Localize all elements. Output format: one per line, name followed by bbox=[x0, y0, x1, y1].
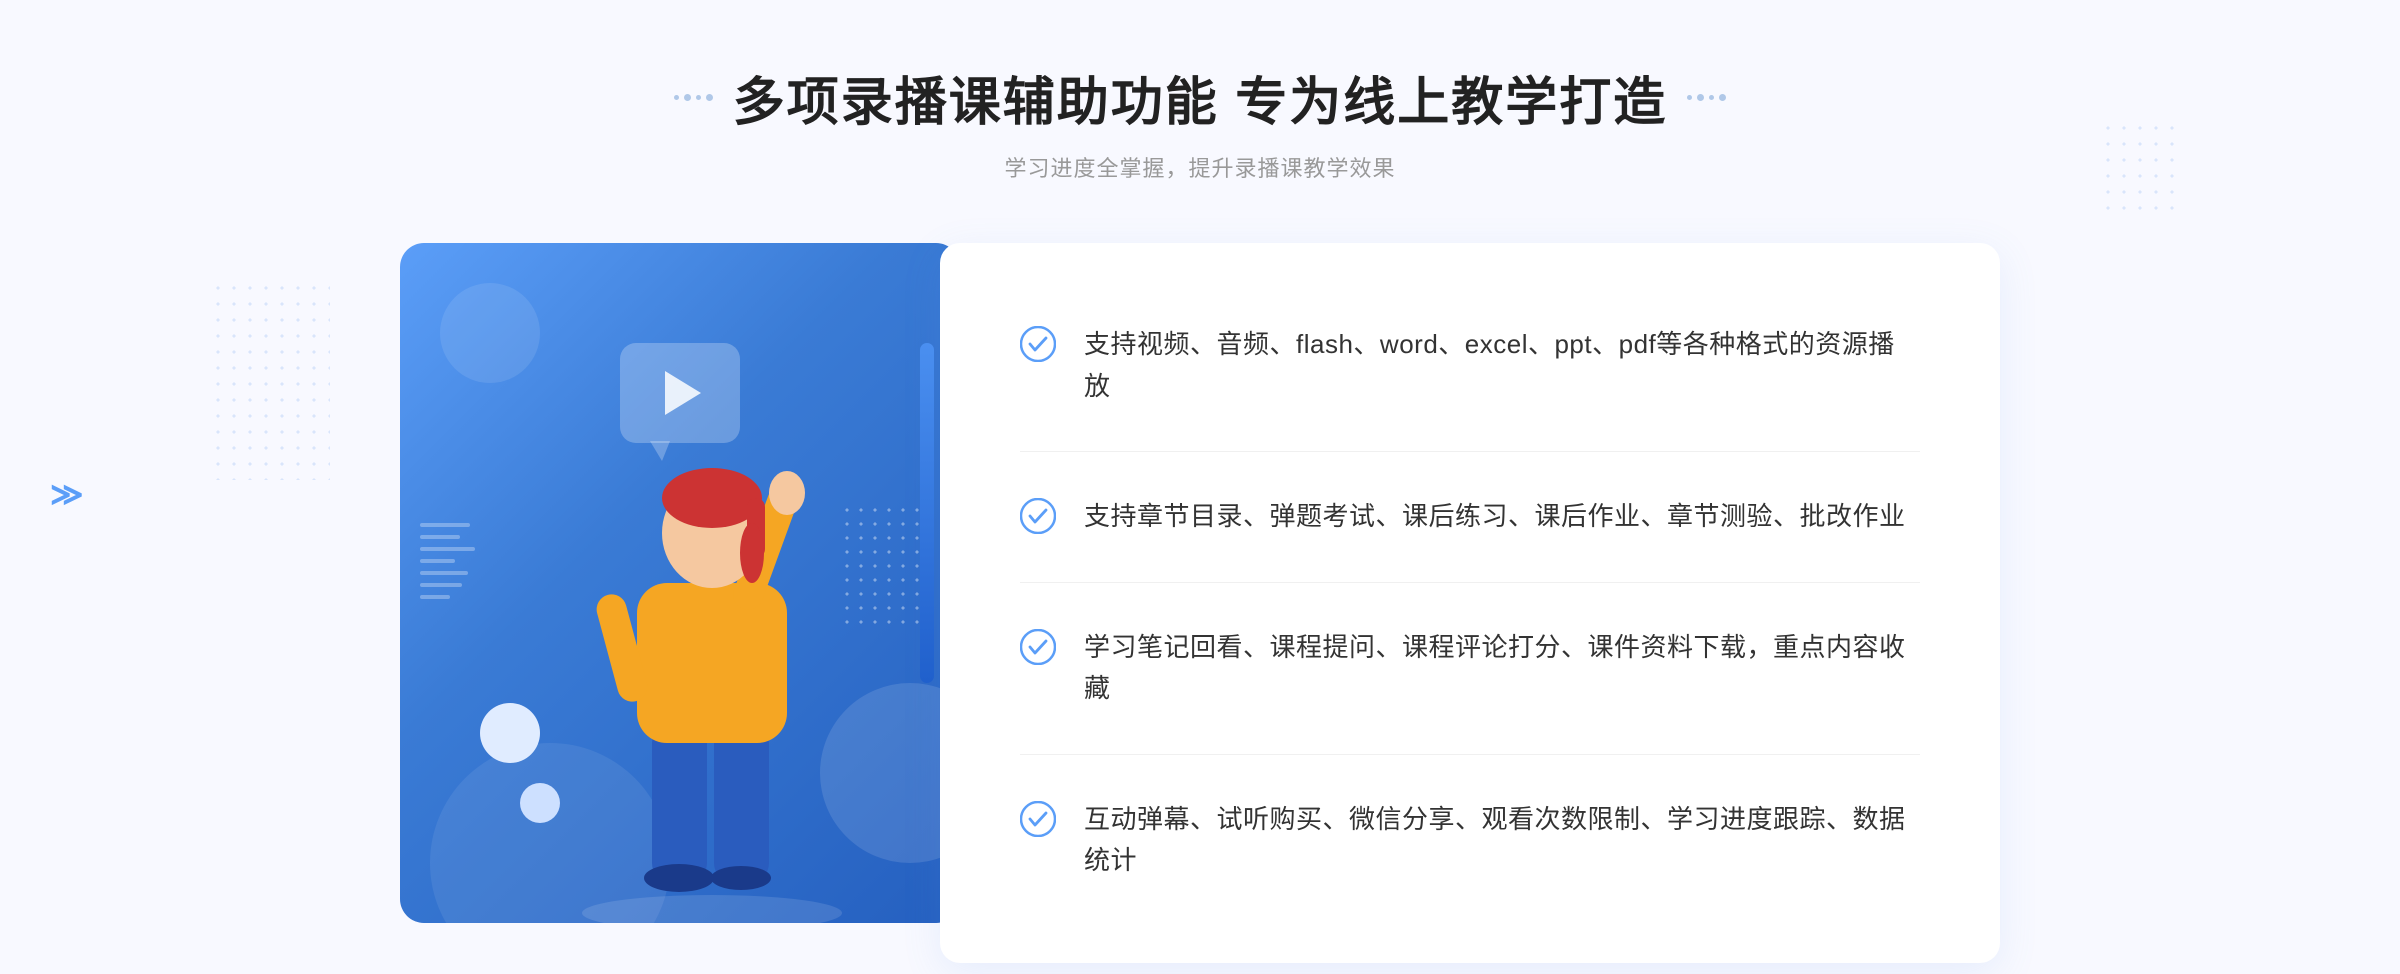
feature-text-1: 支持视频、音频、flash、word、excel、ppt、pdf等各种格式的资源… bbox=[1084, 324, 1920, 407]
panel-accent bbox=[920, 343, 934, 683]
dot-3 bbox=[696, 95, 701, 100]
main-content: 支持视频、音频、flash、word、excel、ppt、pdf等各种格式的资源… bbox=[400, 243, 2000, 963]
feature-text-2: 支持章节目录、弹题考试、课后练习、课后作业、章节测验、批改作业 bbox=[1084, 496, 1906, 538]
dot-pattern-right bbox=[2100, 120, 2180, 220]
dot-2 bbox=[684, 94, 691, 101]
header-decoration: 多项录播课辅助功能 专为线上教学打造 bbox=[674, 60, 1726, 135]
header-section: 多项录播课辅助功能 专为线上教学打造 学习进度全掌握，提升录播课教学效果 bbox=[674, 60, 1726, 183]
feature-text-3: 学习笔记回看、课程提问、课程评论打分、课件资料下载，重点内容收藏 bbox=[1084, 627, 1920, 710]
check-icon-4 bbox=[1020, 801, 1056, 837]
feature-item-4: 互动弹幕、试听购买、微信分享、观看次数限制、学习进度跟踪、数据统计 bbox=[1020, 781, 1920, 900]
dot-7 bbox=[1709, 95, 1714, 100]
content-panel: 支持视频、音频、flash、word、excel、ppt、pdf等各种格式的资源… bbox=[940, 243, 2000, 963]
page-title: 多项录播课辅助功能 专为线上教学打造 bbox=[733, 60, 1667, 135]
small-circle-2 bbox=[520, 783, 560, 823]
feature-item-3: 学习笔记回看、课程提问、课程评论打分、课件资料下载，重点内容收藏 bbox=[1020, 609, 1920, 728]
page-wrapper: ≫ 多项录播课辅助功能 专为线上教学打造 学习进度全掌握，提升录播课教学效果 bbox=[0, 0, 2400, 974]
feature-item-1: 支持视频、音频、flash、word、excel、ppt、pdf等各种格式的资源… bbox=[1020, 306, 1920, 425]
divider-3 bbox=[1020, 754, 1920, 755]
header-dots-right bbox=[1687, 94, 1726, 101]
divider-2 bbox=[1020, 582, 1920, 583]
check-icon-1 bbox=[1020, 326, 1056, 362]
dot-4 bbox=[706, 94, 713, 101]
play-triangle-icon bbox=[665, 371, 701, 415]
stripe-decoration bbox=[420, 523, 480, 623]
illustration-panel bbox=[400, 243, 960, 923]
chevron-decoration: ≫ bbox=[50, 475, 84, 513]
check-icon-2 bbox=[1020, 498, 1056, 534]
header-dots-left bbox=[674, 94, 713, 101]
dot-5 bbox=[1687, 95, 1692, 100]
dot-1 bbox=[674, 95, 679, 100]
dot-6 bbox=[1697, 94, 1704, 101]
feature-text-4: 互动弹幕、试听购买、微信分享、观看次数限制、学习进度跟踪、数据统计 bbox=[1084, 799, 1920, 882]
page-subtitle: 学习进度全掌握，提升录播课教学效果 bbox=[674, 151, 1726, 183]
feature-item-2: 支持章节目录、弹题考试、课后练习、课后作业、章节测验、批改作业 bbox=[1020, 478, 1920, 556]
illus-circle-3 bbox=[440, 283, 540, 383]
divider-1 bbox=[1020, 451, 1920, 452]
small-circle-1 bbox=[480, 703, 540, 763]
dot-pattern-left bbox=[210, 280, 330, 480]
human-figure-illustration bbox=[552, 423, 872, 923]
check-icon-3 bbox=[1020, 629, 1056, 665]
dot-8 bbox=[1719, 94, 1726, 101]
